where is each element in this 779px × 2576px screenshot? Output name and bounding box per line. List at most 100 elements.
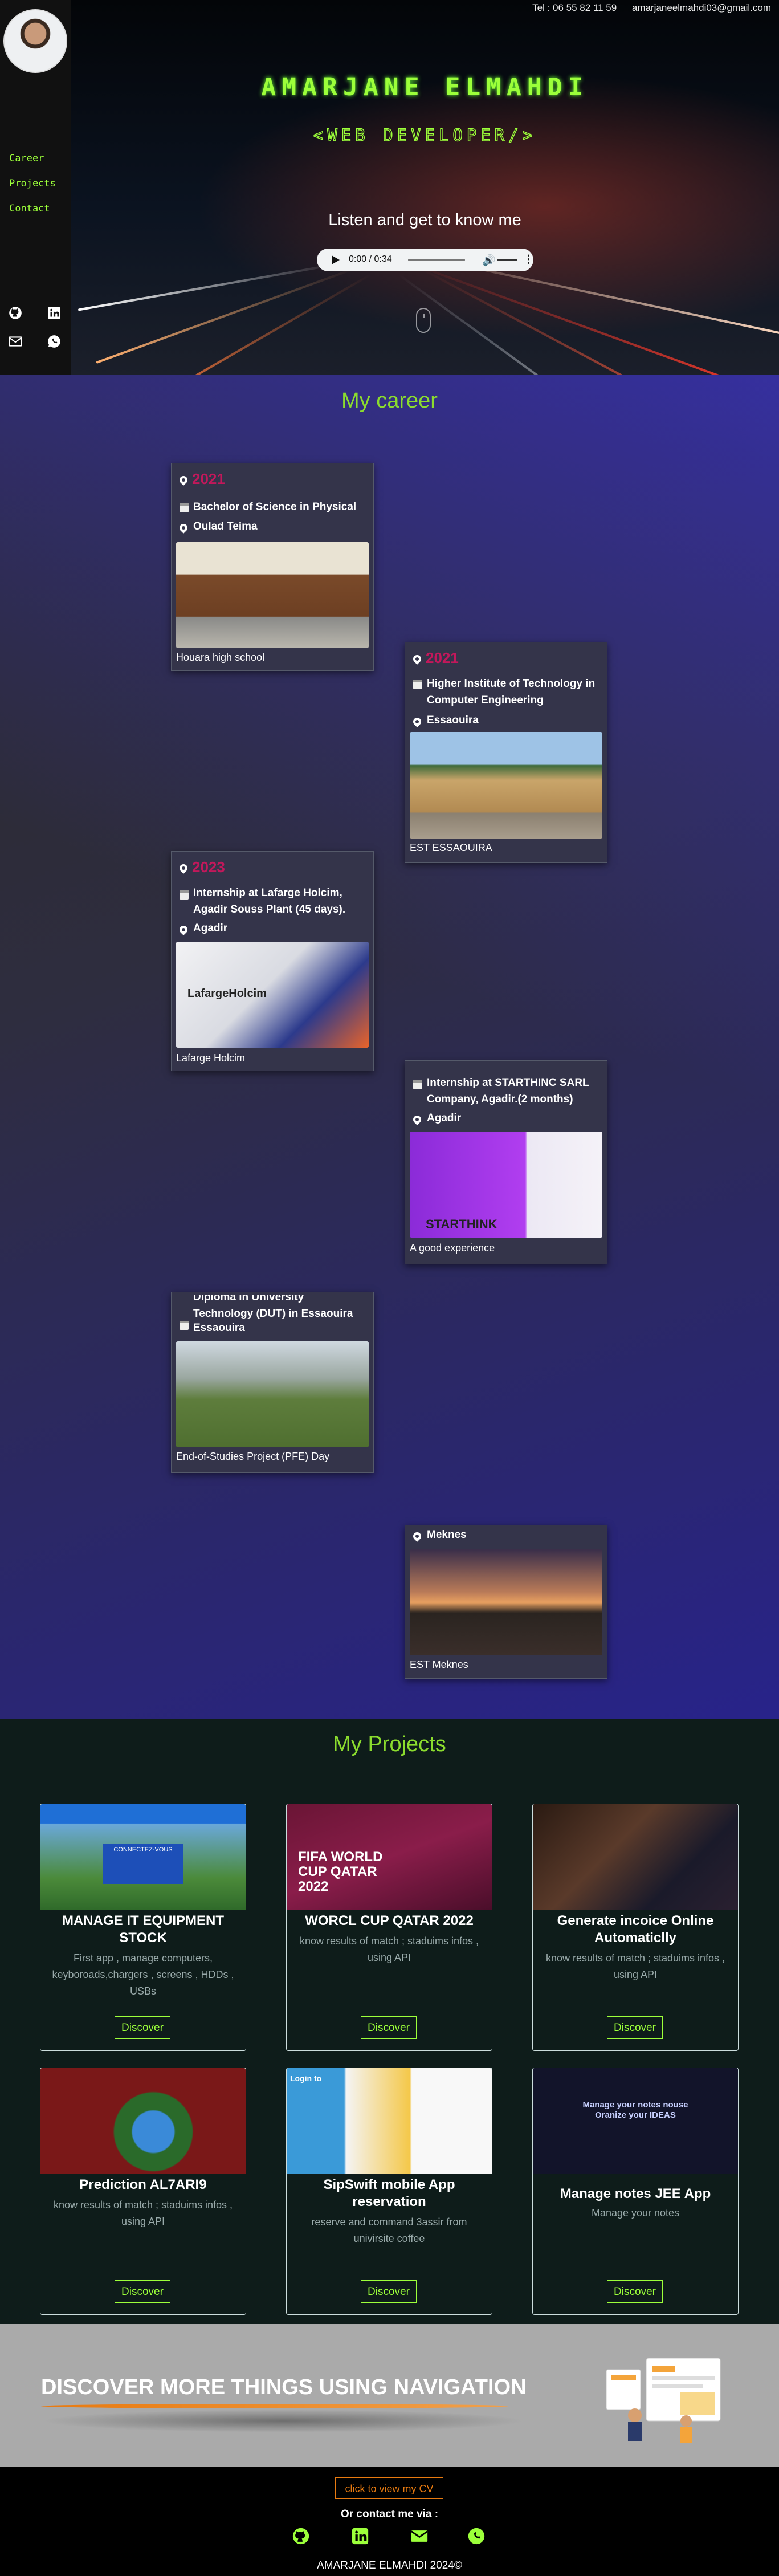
career-place: Agadir [427, 1112, 462, 1124]
career-caption: EST Meknes [410, 1659, 468, 1670]
project-description: know results of match ; staduims infos ,… [299, 1935, 479, 1963]
project-description: Manage your notes [591, 2207, 680, 2219]
career-caption: Lafarge Holcim [176, 1052, 246, 1064]
sidebar-item-career[interactable]: Career [9, 153, 44, 164]
projects-title: My Projects [333, 1732, 446, 1756]
audio-player[interactable]: 0:00 / 0:34 🔊 ⋮ [317, 249, 534, 271]
project-screenshot: CONNECTEZ-VOUS [40, 1804, 246, 1910]
project-title: Prediction AL7ARI9 [79, 2177, 207, 2192]
discover-button[interactable]: Discover [607, 2280, 663, 2303]
location-pin-icon [411, 1531, 423, 1542]
project-card: Manage your notes nouse Oranize your IDE… [532, 2068, 739, 2315]
location-pin-icon [178, 862, 189, 874]
school-photo [410, 732, 602, 839]
project-title: Generate incoice Online Automaticlly [557, 1913, 714, 1946]
project-card: Prediction AL7ARI9 know results of match… [40, 2068, 246, 2315]
project-description: know results of match ; staduims infos ,… [53, 2199, 233, 2227]
calendar-icon [413, 680, 422, 689]
more-options-icon[interactable]: ⋮ [523, 253, 534, 266]
photo-logo-text: LafargeHolcim [187, 987, 267, 1000]
hero-section [0, 0, 779, 375]
career-card: Internship at STARTHINC SARL Company, Ag… [405, 1060, 607, 1264]
discover-button[interactable]: Discover [361, 2280, 417, 2303]
topbar: Tel : 06 55 82 11 59 amarjaneelmahdi03@g… [520, 2, 771, 14]
career-place: Meknes [427, 1529, 467, 1541]
school-photo [176, 542, 369, 648]
screenshot-text: Manage your notes nouse Oranize your IDE… [582, 2100, 688, 2120]
phone-text: Tel : 06 55 82 11 59 [532, 2, 617, 13]
screenshot-text: CONNECTEZ-VOUS [103, 1844, 183, 1884]
career-place: Agadir [193, 922, 228, 934]
navigation-illustration [601, 2353, 726, 2444]
hero-name: AMARJANE ELMAHDI [261, 73, 589, 101]
contact-via-text: Or contact me via : [340, 2508, 439, 2520]
career-title-text: Internship at Lafarge Holcim, Agadir Sou… [193, 887, 346, 915]
project-title: SipSwift mobile App reservation [323, 2177, 455, 2209]
project-screenshot: Manage your notes nouse Oranize your IDE… [533, 2068, 738, 2174]
whatsapp-icon[interactable] [47, 334, 62, 349]
project-title: MANAGE IT EQUIPMENT STOCK [62, 1913, 224, 1946]
whatsapp-icon[interactable] [465, 2526, 488, 2549]
location-pin-icon [178, 924, 189, 935]
career-caption: A good experience [410, 1242, 495, 1254]
sidebar-item-projects[interactable]: Projects [9, 178, 56, 189]
volume-icon[interactable]: 🔊 [482, 254, 496, 267]
career-caption: End-of-Studies Project (PFE) Day [176, 1451, 330, 1462]
project-card: CONNECTEZ-VOUS MANAGE IT EQUIPMENT STOCK… [40, 1804, 246, 2051]
discover-underline [41, 2404, 508, 2408]
career-caption: EST ESSAOUIRA [410, 842, 492, 853]
scroll-mouse-icon [416, 308, 431, 333]
career-place: Oulad Teima [193, 520, 258, 532]
linkedin-icon[interactable] [349, 2526, 372, 2549]
mail-icon[interactable] [408, 2526, 431, 2549]
discover-button[interactable]: Discover [607, 2016, 663, 2039]
volume-slider[interactable] [497, 259, 517, 261]
location-pin-icon [411, 653, 423, 665]
career-year: 2021 [426, 649, 459, 666]
discover-button[interactable]: Discover [115, 2016, 170, 2039]
career-year: 2023 [192, 858, 225, 876]
calendar-icon [180, 890, 189, 900]
calendar-icon [180, 503, 189, 512]
calendar-icon [180, 1321, 189, 1330]
project-screenshot: FIFA WORLD CUP QATAR 2022 [287, 1804, 492, 1910]
sidebar-item-contact[interactable]: Contact [9, 203, 50, 214]
project-card: Generate incoice Online Automaticlly kno… [532, 1804, 739, 2051]
school-photo [410, 1549, 602, 1655]
location-pin-icon [411, 1114, 423, 1125]
play-icon[interactable] [332, 255, 340, 264]
project-screenshot [40, 2068, 246, 2174]
internship-photo: STARTHINK [410, 1132, 602, 1238]
project-card: FIFA WORLD CUP QATAR 2022 WORCL CUP QATA… [286, 1804, 492, 2051]
audio-time: 0:00 / 0:34 [349, 254, 392, 264]
discover-button[interactable]: Discover [115, 2280, 170, 2303]
email-text: amarjaneelmahdi03@gmail.com [631, 2, 771, 13]
linkedin-icon[interactable] [47, 306, 62, 320]
github-icon[interactable] [8, 306, 23, 320]
career-card: 2023 Internship at Lafarge Holcim, Agadi… [171, 851, 374, 1071]
audio-seek-bar[interactable] [408, 259, 465, 261]
career-title-text: Higher Institute of Technology in Comput… [427, 678, 596, 706]
career-place: Essaouira [193, 1322, 245, 1334]
avatar [3, 9, 67, 73]
career-title-text: Bachelor of Science in Physical [193, 501, 357, 513]
discover-button[interactable]: Discover [361, 2016, 417, 2039]
github-icon[interactable] [289, 2526, 312, 2549]
copyright-text: AMARJANE ELMAHDI 2024© [317, 2559, 462, 2571]
career-title-text: Internship at STARTHINC SARL Company, Ag… [427, 1077, 589, 1105]
career-card: 2021 Bachelor of Science in Physical Oul… [171, 463, 374, 671]
career-year: 2021 [192, 470, 225, 487]
location-pin-icon [178, 474, 189, 486]
project-card: Login to SipSwift mobile App reservation… [286, 2068, 492, 2315]
view-cv-button[interactable]: click to view my CV [335, 2477, 443, 2499]
project-screenshot: Login to [287, 2068, 492, 2174]
project-title: Manage notes JEE App [560, 2186, 711, 2201]
mail-icon[interactable] [8, 334, 23, 349]
photo-logo-text: STARTHINK [426, 1217, 497, 1231]
screenshot-text: Login to [290, 2074, 322, 2083]
career-caption: Houara high school [176, 652, 265, 663]
screenshot-text: FIFA WORLD CUP QATAR 2022 [298, 1849, 383, 1894]
hero-role: <WEB DEVELOPER/> [313, 125, 537, 145]
location-pin-icon [411, 716, 423, 727]
project-description: know results of match ; staduims infos ,… [545, 1952, 725, 1980]
